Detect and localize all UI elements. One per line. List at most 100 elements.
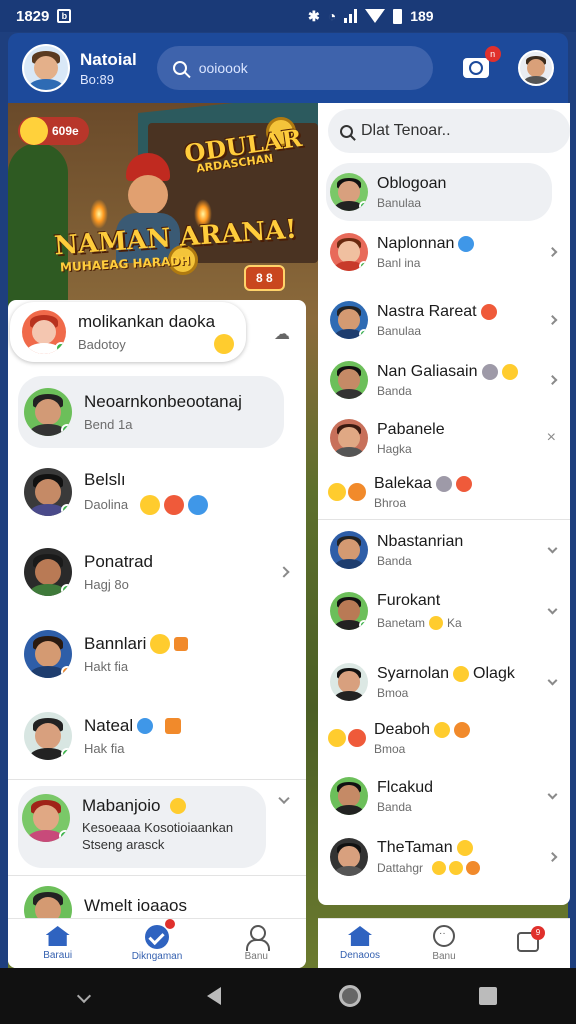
emoji-icon <box>456 840 473 856</box>
recents-icon[interactable] <box>479 987 497 1005</box>
contact-row[interactable]: Naplonnan Banl ina <box>318 225 570 279</box>
contact-status: Bmoa <box>374 741 406 756</box>
chat-icon: 9 <box>517 925 545 952</box>
contact-name: Bannlari <box>84 634 147 653</box>
avatar <box>24 630 72 678</box>
contact-name: Ponatrad <box>84 552 153 571</box>
chevron-down-icon[interactable] <box>547 789 558 800</box>
nav-home-right[interactable]: Denaoos <box>320 926 400 961</box>
chevron-down-icon[interactable] <box>547 675 558 686</box>
profile-avatar[interactable] <box>22 44 70 92</box>
chevron-down-icon[interactable] <box>547 604 558 615</box>
contact-row[interactable]: TheTaman Dattahgr <box>318 827 570 887</box>
list-item[interactable]: Neoarnkonbeootanaj Bend 1a <box>8 380 306 444</box>
sticker-icon <box>174 637 189 651</box>
avatar <box>330 592 368 630</box>
emoji-icon <box>140 494 161 515</box>
emoji-icon <box>348 483 366 501</box>
contact-name: Deaboh <box>374 720 431 738</box>
home-button-icon[interactable] <box>339 985 361 1007</box>
banner-pill-right[interactable]: 8 8 <box>244 265 285 291</box>
divider <box>8 779 306 780</box>
profile-info[interactable]: Natoial Bo:89 <box>80 50 137 87</box>
list-item[interactable]: Nateal Hak fia <box>8 704 306 768</box>
contact-row[interactable]: Nbastanrian Banda <box>318 523 570 577</box>
contact-status: Hagka <box>377 441 412 456</box>
contact-row[interactable]: Oblogoan Banulaa <box>318 165 570 219</box>
nav-home[interactable]: Baraui <box>18 926 98 961</box>
banner-pill-left[interactable]: 609e <box>18 117 89 145</box>
contact-status: Banetam <box>377 616 426 630</box>
contact-status: Hak fia <box>84 741 125 756</box>
person-icon <box>245 925 271 951</box>
chevron-right-icon[interactable] <box>547 315 558 325</box>
contact-name: Wmelt ioaaos <box>84 896 187 915</box>
contact-status: Banulaa <box>377 323 422 338</box>
emoji-icon <box>170 798 187 814</box>
avatar <box>330 233 368 271</box>
list-item[interactable]: Mabanjoio Kesoeaaa Kosotioiaankan Stseng… <box>8 790 306 864</box>
contact-name: Naplonnan <box>377 234 455 252</box>
search-bar[interactable]: ooioook <box>156 46 433 90</box>
emoji-icon <box>328 729 346 747</box>
chevron-right-icon[interactable] <box>547 375 558 385</box>
nav-circle[interactable]: Banu <box>404 925 484 962</box>
contact-row[interactable]: Furokant Banetam Ka <box>318 581 570 641</box>
nav-profile[interactable]: Banu <box>216 925 296 962</box>
chat-list-panel: molikankan daoka Badotoy ☁ Neoarnkonbeoo… <box>8 300 306 968</box>
contact-name: Nastra Rareat <box>377 302 477 320</box>
signal-icon <box>344 9 358 23</box>
emoji-icon <box>453 665 470 682</box>
contact-row[interactable]: Nan Galiasain Banda <box>318 353 570 407</box>
contact-row[interactable]: Syarnolan Olagk Bmoa <box>318 655 570 709</box>
contact-status: Banulaa <box>377 195 422 210</box>
contact-row[interactable]: Nastra Rareat Banulaa <box>318 293 570 347</box>
chevron-down-icon[interactable] <box>278 792 290 805</box>
battery-icon <box>393 8 403 24</box>
emoji-icon <box>20 117 48 145</box>
emoji-icon <box>164 494 185 515</box>
contact-row[interactable]: Balekaa Bhroa <box>318 467 570 517</box>
contacts-search[interactable]: Dlat Tenoar.. <box>328 109 570 153</box>
camera-button[interactable]: n <box>462 46 501 78</box>
banner-pill-right-text: 8 8 <box>256 271 273 285</box>
wifi-icon <box>365 9 386 23</box>
avatar <box>330 663 368 701</box>
contact-name: molikankan daoka <box>78 312 216 331</box>
contact-row[interactable]: Flcakud Banda <box>318 769 570 823</box>
nav-check[interactable]: Dikngaman <box>117 919 197 962</box>
account-avatar[interactable] <box>518 50 554 86</box>
nav-profile-label: Banu <box>244 951 268 962</box>
contact-name: Mabanjoio <box>82 796 161 815</box>
chevron-right-icon[interactable] <box>278 566 290 578</box>
profile-status: Bo:89 <box>80 71 114 87</box>
bluetooth-icon: ✱ <box>308 7 320 24</box>
contact-status: Hagj 8o <box>84 577 129 592</box>
chevron-right-icon[interactable] <box>547 852 558 862</box>
home-icon <box>45 926 70 946</box>
emoji-icon <box>137 718 154 734</box>
list-item[interactable]: molikankan daoka Badotoy ☁ <box>8 304 306 360</box>
back-icon[interactable] <box>207 987 221 1005</box>
emoji-icon <box>466 861 481 875</box>
close-icon[interactable]: × <box>547 429 556 447</box>
contact-status: Hakt fia <box>84 659 129 674</box>
chevron-right-icon[interactable] <box>547 247 558 257</box>
contact-row[interactable]: Pabanele Hagka × <box>318 411 570 465</box>
home-icon <box>348 926 372 946</box>
nav-check-label: Dikngaman <box>131 951 183 962</box>
contact-name: Oblogoan <box>377 174 447 192</box>
emoji-icon <box>455 475 472 492</box>
avatar <box>24 468 72 516</box>
cloud-icon[interactable]: ☁ <box>274 324 290 344</box>
nav-circle-label: Banu <box>432 951 456 962</box>
list-item[interactable]: Bannlari Hakt fia <box>8 622 306 686</box>
contact-row[interactable]: Deaboh Bmoa <box>318 711 570 765</box>
chevron-down-icon[interactable] <box>76 988 92 1004</box>
nav-chat[interactable]: 9 <box>488 925 568 956</box>
list-item[interactable]: Belslı Daolina <box>8 460 306 524</box>
avatar <box>24 712 72 760</box>
avatar <box>330 838 368 876</box>
chevron-down-icon[interactable] <box>547 543 558 554</box>
list-item[interactable]: Ponatrad Hagj 8o <box>8 540 306 604</box>
